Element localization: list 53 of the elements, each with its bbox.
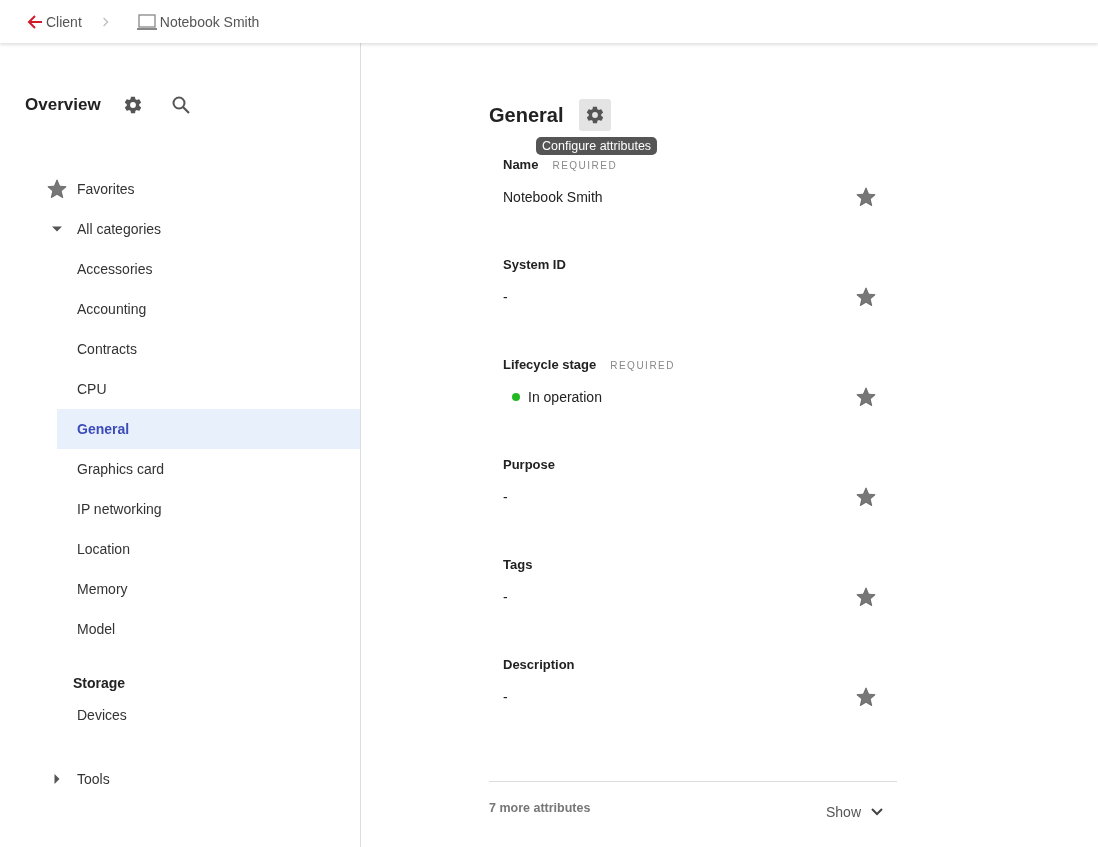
back-arrow-icon — [26, 12, 44, 31]
laptop-icon — [135, 12, 158, 31]
category-item[interactable]: Graphics card — [57, 449, 360, 489]
category-item[interactable]: Location — [57, 529, 360, 569]
section-title: General — [489, 103, 564, 127]
favorites-item[interactable]: Favorites — [77, 181, 135, 197]
attribute-value: - — [503, 289, 508, 305]
category-group[interactable]: Tools — [77, 771, 110, 787]
settings-icon[interactable] — [122, 95, 143, 115]
category-group[interactable]: All categories — [77, 221, 162, 237]
tooltip: Configure attributes — [536, 137, 658, 155]
configure-button[interactable] — [579, 99, 612, 131]
attribute-value: - — [503, 589, 508, 605]
category-item[interactable]: Devices — [57, 695, 360, 735]
category-item[interactable]: IP networking — [57, 489, 360, 529]
category-item[interactable]: Accessories — [57, 249, 360, 289]
caret-right-icon[interactable] — [52, 774, 62, 784]
attribute-value: - — [503, 689, 508, 705]
category-item[interactable]: CPU — [57, 369, 360, 409]
attribute-label: Tags — [503, 557, 533, 572]
chevron-right-icon — [101, 15, 110, 28]
attribute-label: Name — [503, 157, 539, 172]
star-icon[interactable] — [855, 686, 877, 708]
search-icon[interactable] — [170, 95, 191, 115]
category-item[interactable]: Memory — [57, 569, 360, 609]
required-label: REQUIRED — [610, 360, 675, 371]
caret-down-icon[interactable] — [52, 224, 62, 234]
star-icon — [46, 178, 68, 200]
attribute-label: Lifecycle stage — [503, 357, 597, 372]
star-icon[interactable] — [855, 286, 877, 308]
category-item[interactable]: Accounting — [57, 289, 360, 329]
attribute-value: In operation — [528, 389, 602, 405]
show-button[interactable]: Show — [825, 804, 897, 820]
category-item[interactable]: Contracts — [57, 329, 360, 369]
star-icon[interactable] — [855, 586, 877, 608]
section-heading: Storage — [72, 674, 127, 693]
star-icon[interactable] — [855, 186, 877, 208]
category-item[interactable]: Model — [57, 609, 360, 649]
attribute-value: Notebook Smith — [503, 189, 603, 205]
attribute-label: Purpose — [503, 457, 555, 472]
breadcrumb-current: Notebook Smith — [159, 13, 260, 30]
more-attributes-text: 7 more attributes — [489, 801, 591, 815]
back-link[interactable]: Client — [26, 12, 82, 31]
star-icon[interactable] — [855, 386, 877, 408]
star-icon[interactable] — [855, 486, 877, 508]
attribute-value: - — [503, 489, 508, 505]
attribute-label: Description — [503, 657, 575, 672]
chevron-down-icon — [871, 808, 883, 816]
attribute-label: System ID — [503, 257, 566, 272]
sidebar-title: Overview — [25, 95, 101, 115]
category-item[interactable]: General — [57, 409, 360, 449]
required-label: REQUIRED — [552, 160, 618, 171]
settings-icon[interactable] — [585, 105, 606, 125]
